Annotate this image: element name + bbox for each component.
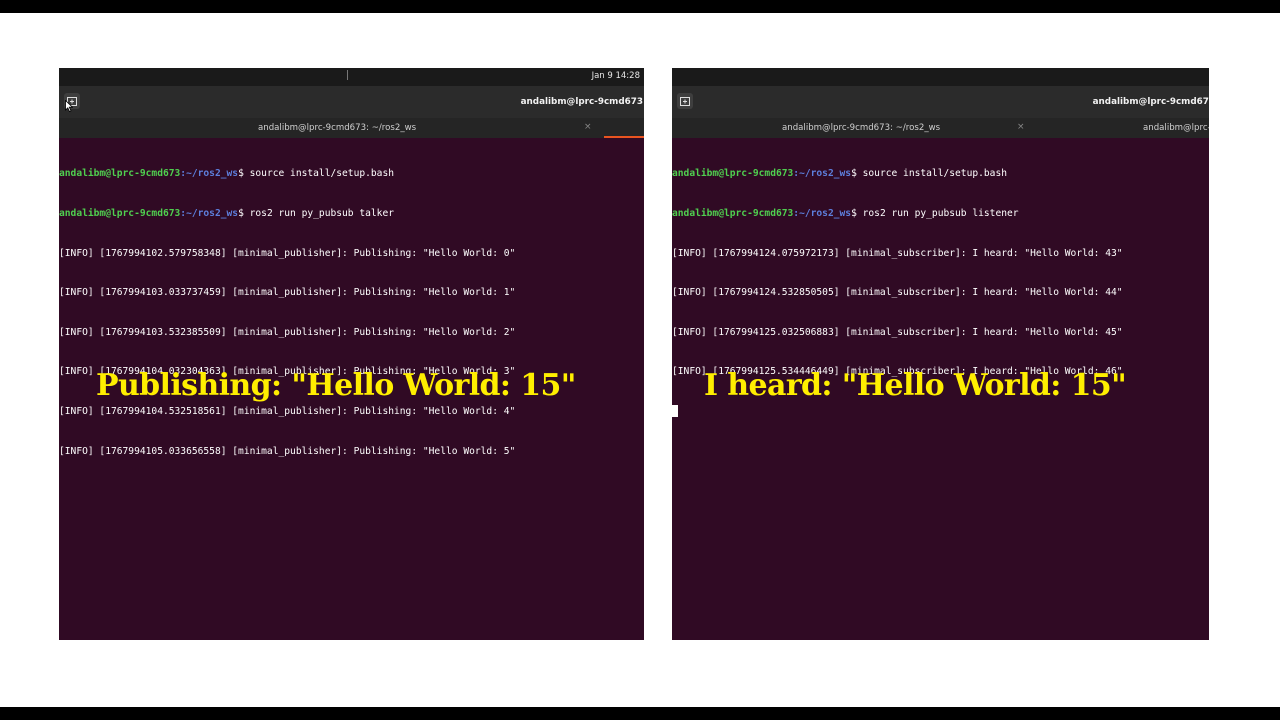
- prompt-user: andalibm@lprc-9cmd673: [672, 208, 794, 219]
- log-line: [INFO] [1767994124.532850505] [minimal_s…: [672, 287, 1123, 299]
- command-text: $ source install/setup.bash: [851, 168, 1008, 180]
- tab-label: andalibm@lprc-9cmd673: [1143, 123, 1209, 133]
- log-line: [INFO] [1767994103.033737459] [minimal_p…: [59, 287, 516, 299]
- clock[interactable]: Jan 9 14:28: [592, 71, 640, 81]
- window-title: andalibm@lprc-9cmd673: [1092, 97, 1209, 107]
- cursor-line: [672, 404, 1209, 418]
- log-line: [INFO] [1767994102.579758348] [minimal_p…: [59, 247, 516, 259]
- command-text: $ ros2 run py_pubsub listener: [851, 208, 1019, 219]
- prompt-user: andalibm@lprc-9cmd673: [59, 208, 181, 219]
- tab-ros2-ws[interactable]: andalibm@lprc-9cmd673: ~/ros2_ws ×: [672, 118, 1132, 138]
- log-line: [INFO] [1767994103.532385509] [minimal_p…: [59, 326, 516, 338]
- system-top-bar: [672, 68, 1209, 86]
- prompt-user: andalibm@lprc-9cmd673: [59, 168, 181, 180]
- active-tab-indicator: [604, 136, 644, 138]
- log-line: [INFO] [1767994104.532518561] [minimal_p…: [59, 405, 516, 417]
- terminal-output[interactable]: andalibm@lprc-9cmd673:~/ros2_ws$ source …: [59, 141, 644, 484]
- tab-second[interactable]: andalibm@lprc-9cmd673: [1132, 118, 1209, 138]
- log-line: [INFO] [1767994105.033656558] [minimal_p…: [59, 445, 516, 457]
- tab-label: andalibm@lprc-9cmd673: ~/ros2_ws: [782, 123, 941, 133]
- publishing-caption: Publishing: "Hello World: 15": [96, 368, 576, 403]
- new-tab-icon: [680, 97, 690, 106]
- command-text: $ ros2 run py_pubsub talker: [238, 208, 395, 219]
- close-icon[interactable]: ×: [1017, 122, 1025, 132]
- command-text: $ source install/setup.bash: [238, 168, 395, 180]
- system-top-bar: Jan 9 14:28: [59, 68, 644, 86]
- log-line: [INFO] [1767994124.075972173] [minimal_s…: [672, 247, 1123, 259]
- log-line: [INFO] [1767994125.032506883] [minimal_s…: [672, 326, 1123, 338]
- tab-label: andalibm@lprc-9cmd673: ~/ros2_ws: [258, 123, 417, 133]
- text-cursor-mark: [347, 70, 348, 80]
- prompt-user: andalibm@lprc-9cmd673: [672, 168, 794, 180]
- new-tab-button[interactable]: [677, 93, 693, 109]
- prompt-line: andalibm@lprc-9cmd673:~/ros2_ws$ ros2 ru…: [672, 207, 1209, 220]
- window-titlebar[interactable]: andalibm@lprc-9cmd673: [59, 86, 644, 118]
- prompt-path: :~/ros2_ws: [180, 168, 239, 180]
- talker-terminal-window[interactable]: Jan 9 14:28 andalibm@lprc-9cmd673 andali…: [59, 68, 644, 640]
- letterbox-bottom: [0, 707, 1280, 720]
- tab-ros2-ws[interactable]: andalibm@lprc-9cmd673: ~/ros2_ws ×: [59, 118, 644, 138]
- listener-terminal-window[interactable]: andalibm@lprc-9cmd673 andalibm@lprc-9cmd…: [672, 68, 1209, 640]
- mouse-pointer-icon: [65, 100, 73, 112]
- window-titlebar[interactable]: andalibm@lprc-9cmd673: [672, 86, 1209, 118]
- letterbox-top: [0, 0, 1280, 13]
- window-title: andalibm@lprc-9cmd673: [520, 97, 643, 107]
- terminal-cursor: [672, 404, 678, 417]
- prompt-path: :~/ros2_ws: [180, 208, 239, 219]
- tab-bar: andalibm@lprc-9cmd673: ~/ros2_ws × andal…: [672, 118, 1209, 138]
- prompt-line: andalibm@lprc-9cmd673:~/ros2_ws$ source …: [672, 167, 1209, 180]
- prompt-line: andalibm@lprc-9cmd673:~/ros2_ws$ source …: [59, 167, 644, 180]
- tab-bar: andalibm@lprc-9cmd673: ~/ros2_ws ×: [59, 118, 644, 138]
- prompt-path: :~/ros2_ws: [793, 168, 852, 180]
- close-icon[interactable]: ×: [584, 122, 592, 132]
- prompt-line: andalibm@lprc-9cmd673:~/ros2_ws$ ros2 ru…: [59, 207, 644, 220]
- heard-caption: I heard: "Hello World: 15": [704, 368, 1127, 403]
- prompt-path: :~/ros2_ws: [793, 208, 852, 219]
